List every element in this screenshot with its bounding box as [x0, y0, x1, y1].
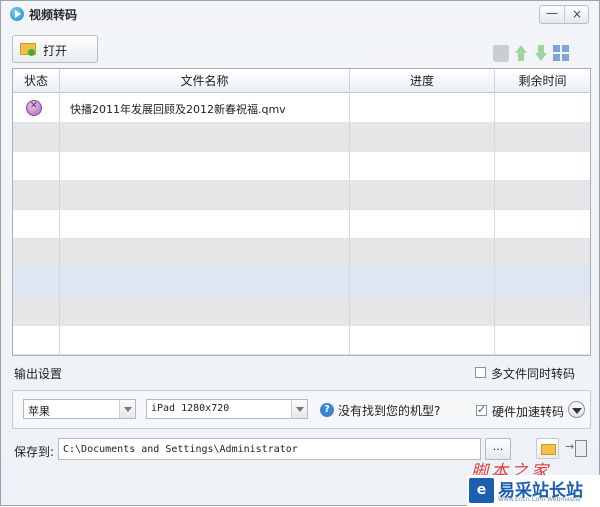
model-not-found-link[interactable]: 没有找到您的机型? — [338, 402, 440, 419]
progress-cell — [350, 94, 495, 123]
video-transcode-window: 视频转码 — × 打开 状态 文件名称 进度 剩余时间 快播2011 — [0, 0, 600, 507]
table-row[interactable]: 快播2011年发展回顾及2012新春祝福.qmv — [13, 94, 590, 123]
file-list-table: 状态 文件名称 进度 剩余时间 快播2011年发展回顾及2012新春祝福.qmv — [12, 68, 591, 356]
open-folder-icon — [20, 43, 36, 56]
brand-select[interactable]: 苹果 — [23, 399, 136, 419]
watermark-badge: e 易采站长站 Www.Eocn.Com Webmaster — [467, 475, 600, 507]
table-header: 状态 文件名称 进度 剩余时间 — [13, 69, 590, 93]
multi-file-checkbox[interactable] — [475, 367, 486, 378]
hardware-accel-checkbox[interactable] — [476, 403, 487, 416]
open-output-folder-button[interactable] — [536, 438, 559, 459]
multi-file-label[interactable]: 多文件同时转码 — [491, 365, 575, 382]
grid-view-icon[interactable] — [553, 45, 569, 62]
watermark-site-url: Www.Eocn.Com Webmaster — [498, 496, 582, 503]
hardware-accel-label[interactable]: 硬件加速转码 — [492, 403, 564, 420]
remaining-time-cell — [495, 94, 590, 123]
column-header-progress[interactable]: 进度 — [350, 69, 495, 93]
open-button-label: 打开 — [43, 44, 68, 58]
empty-row-highlighted — [13, 268, 590, 297]
device-select[interactable]: iPad 1280x720 — [146, 399, 308, 419]
save-path-value: C:\Documents and Settings\Administrator — [63, 444, 298, 455]
empty-row — [13, 152, 590, 181]
window-title: 视频转码 — [29, 8, 78, 22]
empty-row — [13, 123, 590, 152]
list-toolbar — [493, 45, 573, 63]
delete-icon[interactable] — [493, 45, 509, 62]
app-logo-icon — [10, 7, 24, 21]
column-header-file-name[interactable]: 文件名称 — [60, 69, 350, 93]
close-button[interactable]: × — [565, 6, 589, 23]
export-icon[interactable] — [565, 438, 588, 459]
column-header-remaining-time[interactable]: 剩余时间 — [495, 69, 590, 93]
column-header-status[interactable]: 状态 — [13, 69, 60, 93]
chevron-down-icon[interactable] — [119, 400, 135, 418]
expand-settings-button[interactable] — [568, 401, 585, 418]
chevron-down-icon[interactable] — [291, 400, 307, 418]
device-select-value: iPad 1280x720 — [151, 403, 230, 414]
empty-row — [13, 181, 590, 210]
file-name-cell: 快播2011年发展回顾及2012新春祝福.qmv — [60, 94, 350, 123]
empty-row — [13, 239, 590, 268]
brand-select-value: 苹果 — [28, 405, 50, 418]
file-name: 快播2011年发展回顾及2012新春祝福.qmv — [70, 103, 286, 116]
move-up-icon[interactable] — [513, 45, 529, 62]
empty-row — [13, 210, 590, 239]
save-to-label: 保存到: — [14, 445, 55, 459]
help-icon[interactable]: ? — [320, 403, 334, 417]
empty-row — [13, 326, 590, 355]
window-controls: — × — [539, 5, 589, 24]
output-settings-label: 输出设置 — [14, 367, 63, 381]
status-cell — [13, 94, 60, 123]
save-path-input[interactable]: C:\Documents and Settings\Administrator — [58, 438, 481, 460]
stop-icon — [26, 100, 42, 116]
empty-row — [13, 297, 590, 326]
title-bar[interactable]: 视频转码 — × — [1, 1, 599, 27]
open-file-button[interactable]: 打开 — [12, 35, 98, 63]
output-settings-panel: 苹果 iPad 1280x720 ? 没有找到您的机型? 硬件加速转码 — [12, 390, 591, 429]
minimize-button[interactable]: — — [540, 6, 565, 23]
move-down-icon[interactable] — [533, 45, 549, 62]
watermark-logo-icon: e — [469, 478, 494, 503]
